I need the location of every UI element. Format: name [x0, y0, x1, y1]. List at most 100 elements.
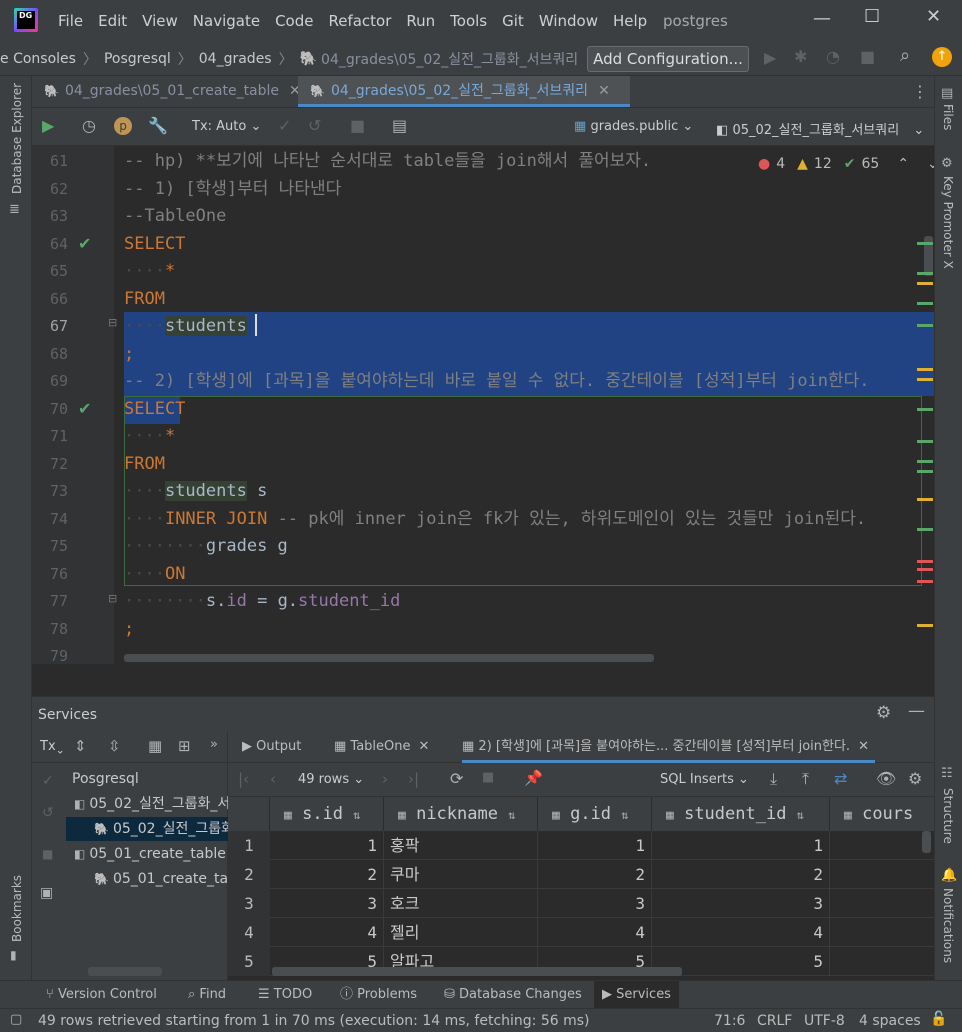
- tx-mode-dropdown[interactable]: Tx: Auto ⌄: [192, 119, 261, 134]
- cancel-statement-icon[interactable]: ■: [350, 116, 365, 135]
- fold-icon[interactable]: ⊟: [108, 316, 117, 329]
- close-tab-icon[interactable]: ✕: [598, 83, 610, 99]
- column-header[interactable]: ▦ s.id ⇅: [270, 797, 384, 831]
- close-tab-icon[interactable]: ✕: [858, 739, 869, 754]
- row-number[interactable]: 4: [228, 918, 270, 947]
- fold-icon[interactable]: ⊟: [108, 592, 117, 605]
- tab-find[interactable]: ⌕ Find: [180, 981, 234, 1008]
- add-service-icon[interactable]: ⊞: [178, 737, 191, 755]
- export-format-dropdown[interactable]: SQL Inserts ⌄: [660, 772, 749, 787]
- tab-todo[interactable]: ☰ TODO: [250, 981, 320, 1008]
- structure-tab[interactable]: Structure: [941, 788, 955, 844]
- history-icon[interactable]: ◷: [82, 116, 96, 135]
- menu-item-refactor[interactable]: Refactor: [328, 12, 391, 30]
- menu-item-git[interactable]: Git: [502, 12, 524, 30]
- grid-v-scrollbar[interactable]: [922, 831, 931, 853]
- execute-icon[interactable]: ▶: [42, 116, 54, 135]
- table-cell[interactable]: 4: [652, 918, 830, 947]
- table-cell[interactable]: [830, 889, 934, 918]
- tab-version-control[interactable]: ⑂ Version Control: [38, 981, 165, 1008]
- stop-icon[interactable]: ■: [860, 47, 875, 66]
- table-cell[interactable]: 3: [652, 889, 830, 918]
- sort-icon[interactable]: ⇅: [621, 808, 628, 822]
- prev-page-icon[interactable]: ‹: [270, 770, 276, 788]
- group-by-icon[interactable]: ▦: [148, 737, 162, 755]
- console-selector[interactable]: ◧ 05_02_실전_그룹화_서브쿼리 ⌄: [716, 119, 924, 138]
- menu-item-window[interactable]: Window: [539, 12, 598, 30]
- more-icon[interactable]: »: [210, 737, 218, 752]
- table-cell[interactable]: 1: [270, 831, 384, 860]
- column-header[interactable]: ▦ cours: [830, 797, 934, 831]
- row-number[interactable]: 3: [228, 889, 270, 918]
- column-header[interactable]: ▦ g.id ⇅: [538, 797, 652, 831]
- more-tabs-icon[interactable]: ⋮: [912, 82, 928, 101]
- table-cell[interactable]: 3: [538, 889, 652, 918]
- column-header[interactable]: ▦ nickname ⇅: [384, 797, 538, 831]
- commit-icon[interactable]: ✓: [278, 116, 291, 135]
- indent-setting[interactable]: 4 spaces: [859, 1013, 921, 1029]
- table-cell[interactable]: 4: [270, 918, 384, 947]
- notifications-tab[interactable]: Notifications: [941, 888, 955, 963]
- tab-database-changes[interactable]: ⛁ Database Changes: [436, 981, 590, 1008]
- settings-wrench-icon[interactable]: 🔧: [148, 116, 168, 135]
- minimize-icon[interactable]: —: [813, 8, 831, 29]
- update-icon[interactable]: ↑: [932, 47, 952, 67]
- table-cell[interactable]: 홍팍: [384, 831, 538, 860]
- layout-icon[interactable]: ▣: [40, 885, 53, 901]
- table-cell[interactable]: [830, 831, 934, 860]
- close-tab-icon[interactable]: ✕: [419, 739, 430, 754]
- table-cell[interactable]: 호크: [384, 889, 538, 918]
- menu-item-edit[interactable]: Edit: [98, 12, 127, 30]
- debug-icon[interactable]: ✱: [794, 47, 807, 66]
- table-cell[interactable]: 쿠마: [384, 860, 538, 889]
- rollback-icon[interactable]: ↺: [42, 805, 54, 821]
- table-cell[interactable]: 3: [270, 889, 384, 918]
- last-page-icon[interactable]: ›|: [408, 770, 419, 788]
- line-separator[interactable]: CRLF: [757, 1013, 792, 1029]
- column-header[interactable]: ▦ student_id ⇅: [652, 797, 830, 831]
- table-cell[interactable]: [830, 918, 934, 947]
- tab-join-result[interactable]: ▦ 2) [학생]에 [과목]을 붙여야하는... 중간테이블 [성적]부터 j…: [462, 731, 875, 763]
- key-promoter-tab[interactable]: Key Promoter X: [941, 176, 955, 269]
- sort-icon[interactable]: ⇅: [797, 808, 804, 822]
- table-cell[interactable]: 1: [538, 831, 652, 860]
- row-number[interactable]: 2: [228, 860, 270, 889]
- tab-tableone[interactable]: ▦ TableOne ✕: [334, 731, 429, 763]
- grid-view-icon[interactable]: ▤: [392, 116, 407, 135]
- pin-icon[interactable]: 📌: [524, 769, 543, 787]
- table-cell[interactable]: 2: [538, 860, 652, 889]
- search-icon[interactable]: ⌕: [900, 45, 910, 66]
- row-number[interactable]: 5: [228, 947, 270, 976]
- next-page-icon[interactable]: ›: [382, 770, 388, 788]
- profile-icon[interactable]: p: [114, 117, 132, 135]
- export-icon[interactable]: ⤓: [770, 769, 777, 789]
- stop-icon[interactable]: ■: [42, 847, 53, 861]
- menu-item-view[interactable]: View: [142, 12, 178, 30]
- commit-icon[interactable]: ✓: [42, 773, 54, 789]
- close-window-icon[interactable]: ✕: [926, 6, 941, 27]
- chevron-up-icon[interactable]: ⌃: [897, 156, 909, 172]
- breadcrumb-grades[interactable]: 04_grades: [199, 51, 272, 67]
- add-configuration-button[interactable]: Add Configuration...: [587, 46, 749, 72]
- table-cell[interactable]: 4: [538, 918, 652, 947]
- panel-toggle-icon[interactable]: ▢: [10, 1012, 22, 1027]
- table-cell[interactable]: 1: [652, 831, 830, 860]
- result-grid[interactable]: ▦ s.id ⇅ ▦ nickname ⇅ ▦ g.id ⇅ ▦ student_id…: [228, 797, 934, 981]
- tab-output[interactable]: ▶ Output: [242, 731, 301, 763]
- menu-item-help[interactable]: Help: [613, 12, 647, 30]
- schema-selector[interactable]: ▦ grades.public ⌄: [574, 119, 693, 134]
- sort-icon[interactable]: ⇅: [353, 808, 360, 822]
- compare-icon[interactable]: ⇄: [834, 769, 847, 788]
- grid-h-scrollbar[interactable]: [272, 967, 682, 976]
- gear-icon[interactable]: ⚙: [908, 769, 922, 788]
- import-icon[interactable]: ⤒: [802, 769, 809, 789]
- cancel-icon[interactable]: ■: [482, 770, 494, 785]
- breadcrumb-posgresql[interactable]: Posgresql: [104, 51, 171, 67]
- refresh-icon[interactable]: ⟳: [450, 769, 463, 788]
- menu-item-navigate[interactable]: Navigate: [193, 12, 260, 30]
- database-explorer-tab[interactable]: Database Explorer: [10, 83, 24, 194]
- tx-icon[interactable]: Tx⌄: [40, 739, 65, 757]
- tab-services[interactable]: ▶ Services: [594, 981, 679, 1008]
- tab-grouping-subquery[interactable]: 🐘 04_grades\05_02_실전_그룹화_서브쿼리 ✕: [298, 76, 630, 107]
- sort-icon[interactable]: ⇅: [508, 808, 515, 822]
